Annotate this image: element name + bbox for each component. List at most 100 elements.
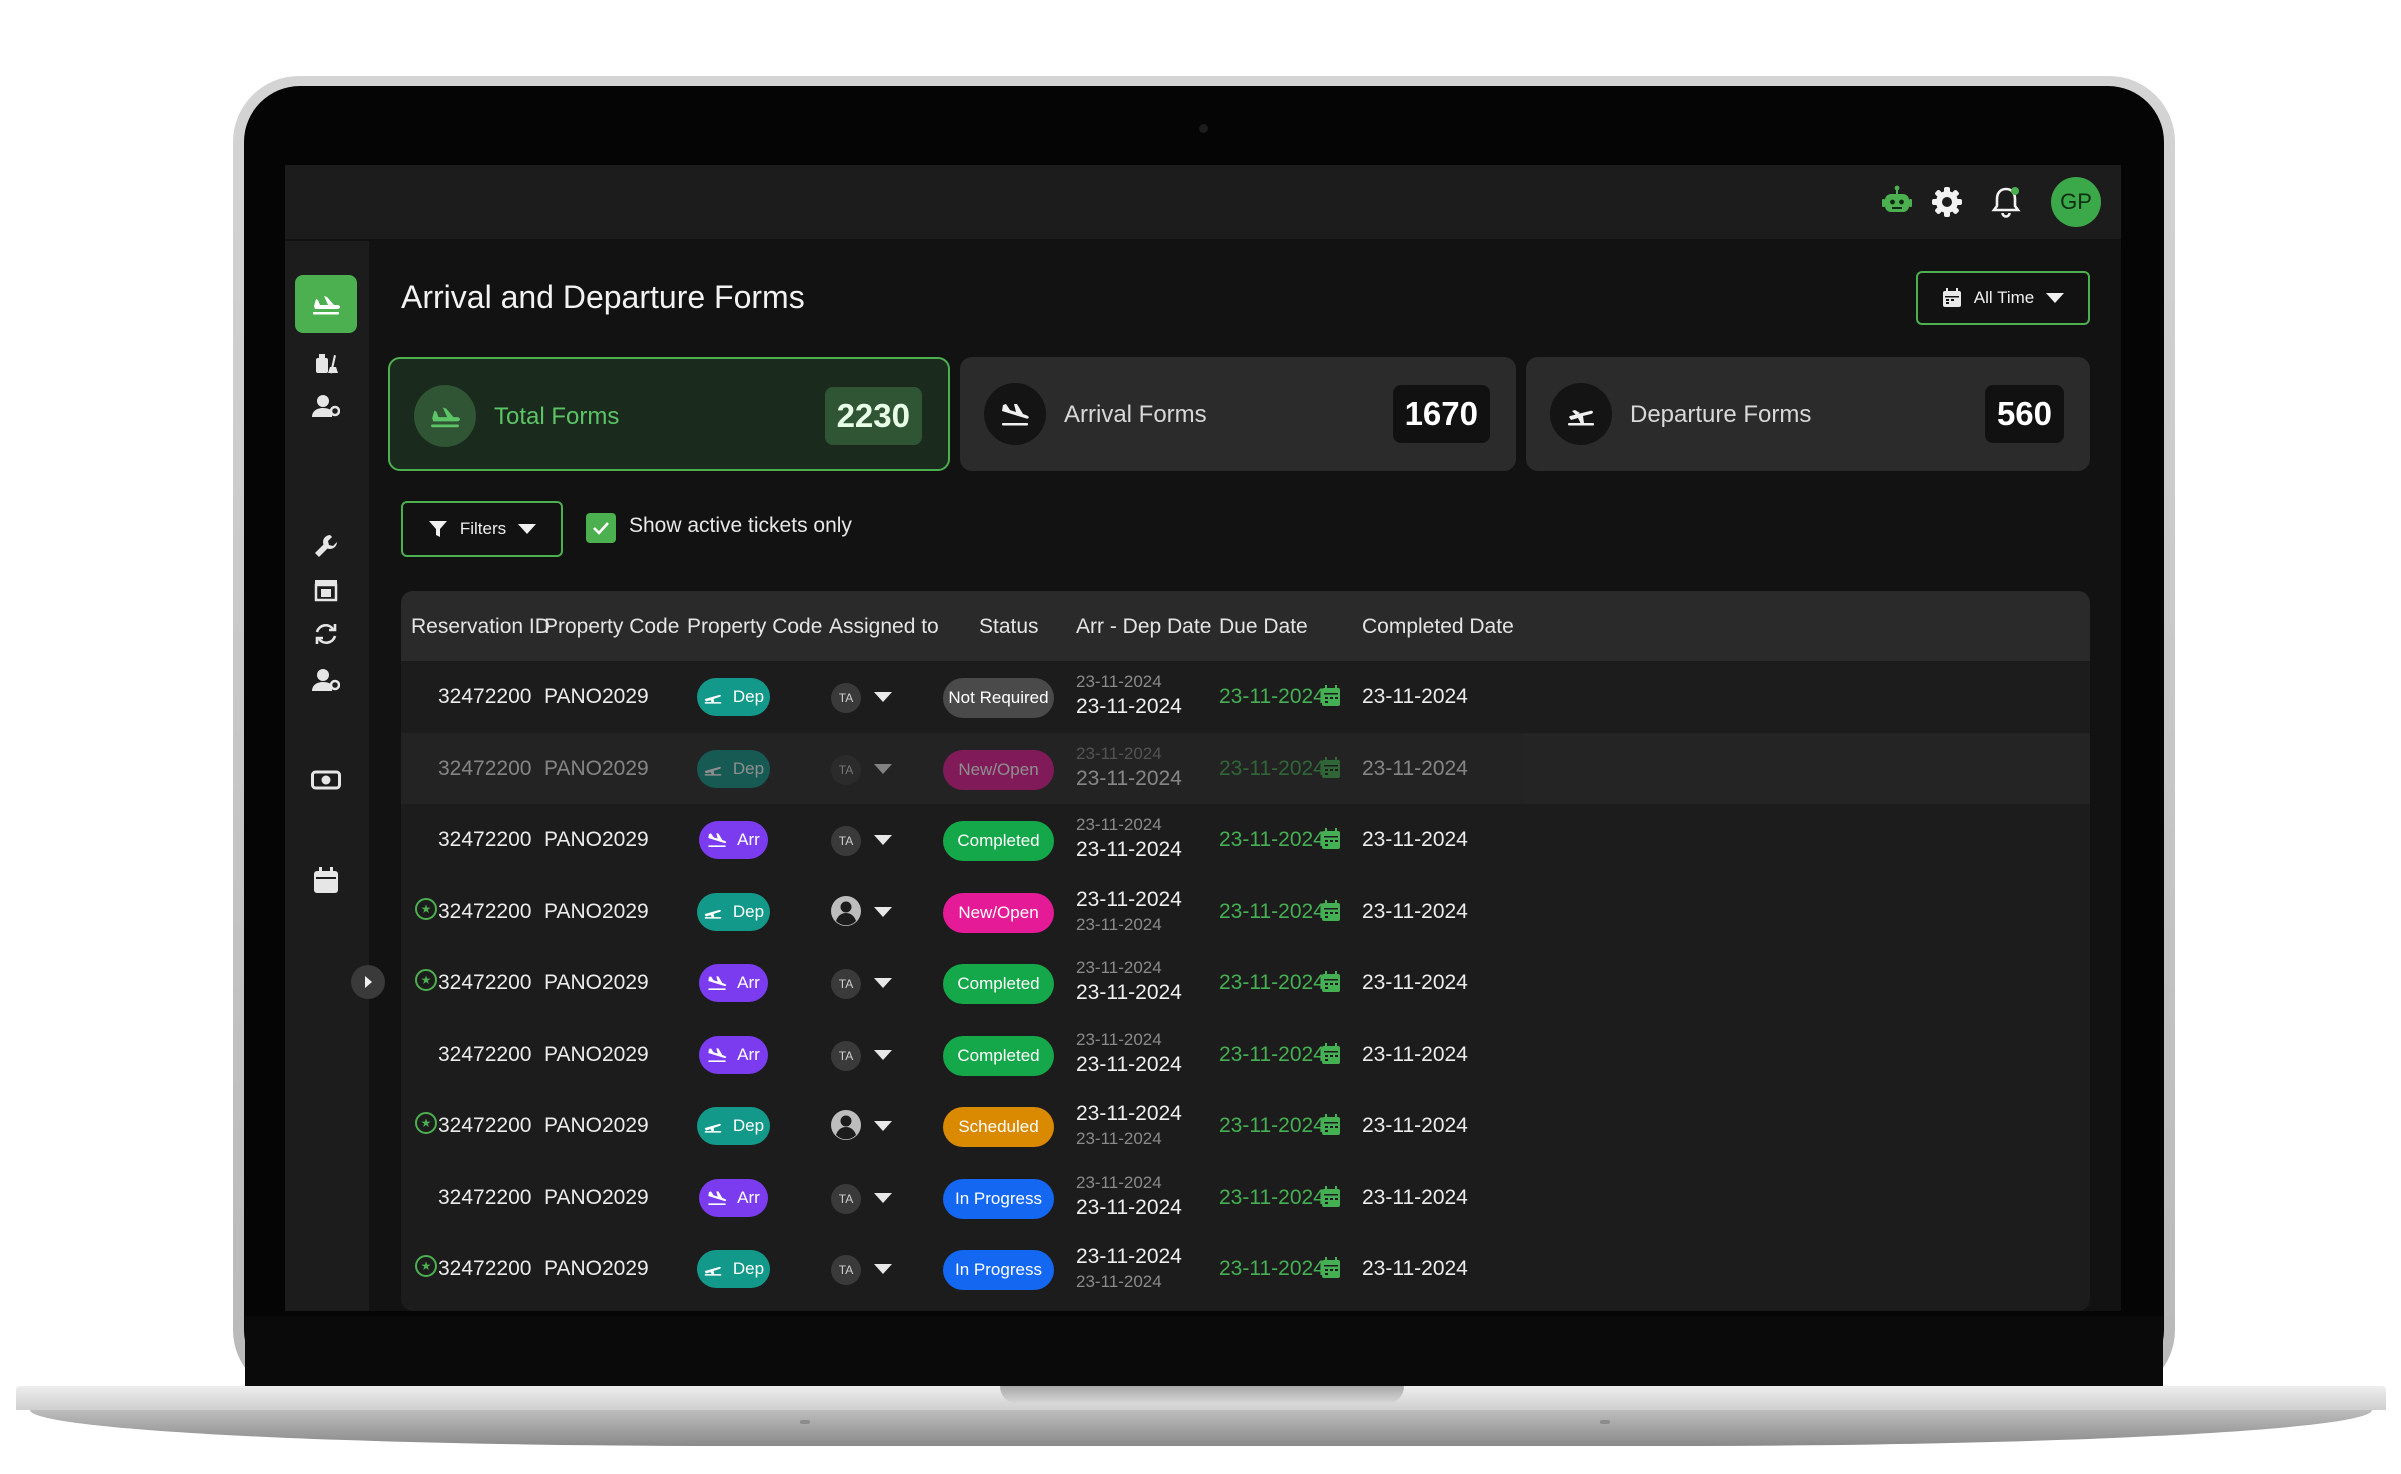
avatar[interactable]: GP [2051,177,2101,227]
gear-icon[interactable] [1928,183,1966,221]
due-date: 23-11-2024 [1219,685,1325,708]
status-badge[interactable]: New/Open [943,749,1054,790]
calendar-icon[interactable] [1321,1257,1341,1279]
sidebar-item-calendar[interactable] [295,851,357,909]
assignee-avatar[interactable]: TA [831,1040,861,1071]
column-header-arr-dep-date[interactable]: Arr - Dep Date [1076,615,1211,639]
calendar-icon[interactable] [1321,971,1341,993]
forms-table: Reservation ID Property Code Property Co… [401,591,2090,1311]
table-row[interactable]: ★ 32472200 PANO2029 Dep Scheduled 23-11-2024 2… [401,1090,2090,1161]
laptop-base-bottom [30,1410,2372,1446]
column-header-assigned-to[interactable]: Assigned to [829,615,939,639]
table-row[interactable]: Dep23-11-2024 [401,1305,2090,1312]
plane-arrival-icon [984,383,1046,445]
calendar-icon[interactable] [1321,685,1341,707]
laptop-foot [800,1420,810,1424]
status-badge[interactable]: Completed [943,964,1054,1004]
date-top: 23-11-2024 [1076,743,1162,763]
assignee-avatar[interactable]: TA [831,1183,861,1214]
table-row[interactable]: 32472200 PANO2029 Arr TA Completed 23-11-2024… [401,1019,2090,1090]
chevron-down-icon[interactable] [874,1121,892,1131]
star-icon[interactable]: ★ [415,897,437,920]
time-range-dropdown[interactable]: All Time [1916,271,2090,325]
star-icon[interactable]: ★ [415,1255,437,1277]
chevron-down-icon[interactable] [874,906,892,917]
sidebar-item-staff[interactable] [295,651,357,709]
date-main: 23-11-2024 [1076,695,1182,718]
table-row[interactable]: 32472200 PANO2029 Dep TA New/Open 23-11-2024 2… [401,732,2090,804]
assignee-avatar[interactable]: TA [831,969,861,999]
column-header-reservation-id[interactable]: Reservation ID [411,615,550,639]
reservation-id: 32472200 [438,1114,532,1137]
card-arrival-forms[interactable]: Arrival Forms 1670 [960,357,1516,471]
status-badge[interactable]: Completed [943,821,1054,861]
card-count: 560 [1984,385,2064,443]
sidebar-item-arrival-departure[interactable] [295,275,357,333]
star-icon[interactable]: ★ [415,1112,437,1134]
calendar-icon[interactable] [1321,1185,1341,1208]
due-date: 23-11-2024 [1219,828,1325,851]
laptop-foot [1600,1420,1610,1424]
chevron-down-icon[interactable] [874,978,892,988]
calendar-icon[interactable] [1321,756,1341,779]
chevron-down-icon[interactable] [874,835,892,845]
arr-dep-dates: 23-11-2024 23-11-2024 [1076,1243,1226,1293]
chevron-down-icon[interactable] [874,1192,892,1203]
column-header-property-code-type[interactable]: Property Code [687,615,822,639]
status-badge[interactable]: Completed [943,1035,1054,1076]
sidebar-item-payments[interactable] [295,751,357,809]
chevron-down-icon[interactable] [874,1264,892,1274]
assignee-avatar[interactable]: TA [831,754,861,785]
store-icon [314,580,338,602]
chevron-right-icon [365,976,372,988]
status-badge[interactable]: In Progress [943,1178,1054,1219]
column-header-completed-date[interactable]: Completed Date [1362,615,1514,639]
chevron-down-icon[interactable] [874,1049,892,1060]
user-gear-icon [312,395,340,417]
plane-icon [313,296,340,315]
active-tickets-checkbox[interactable] [586,513,616,543]
status-badge[interactable]: Not Required [943,678,1054,718]
assignee-avatar[interactable]: TA [831,683,861,713]
person-icon[interactable] [830,1109,862,1141]
chevron-down-icon[interactable] [874,763,892,774]
column-header-status[interactable]: Status [979,615,1039,639]
table-row[interactable]: ★ 32472200 PANO2029 Dep TA In Progress 23-11-2… [401,1233,2090,1304]
calendar-icon[interactable] [1321,1114,1341,1136]
table-row[interactable]: 32472200 PANO2029 Dep TA Not Required 23-11-2… [401,661,2090,732]
assignee-avatar[interactable]: TA [831,1255,861,1285]
badge-label: Dep [732,687,765,706]
sidebar-expand-button[interactable] [351,965,385,999]
calendar-icon[interactable] [1321,828,1341,850]
column-header-property-code[interactable]: Property Code [544,615,679,639]
table-row[interactable]: 32472200 PANO2029 Arr TA Completed 23-11-2024… [401,804,2090,875]
table-row[interactable]: ★ 32472200 PANO2029 Dep New/Open 23-11-2024 23… [401,876,2090,947]
sidebar-item-guests[interactable] [295,377,357,435]
column-header-due-date[interactable]: Due Date [1219,615,1308,639]
robot-assistant-icon[interactable] [1878,183,1916,221]
user-gear-icon [312,669,340,691]
wrench-icon [315,535,337,557]
assignee-avatar[interactable]: TA [831,826,861,856]
status-badge[interactable]: New/Open [943,892,1054,933]
star-icon[interactable]: ★ [415,969,437,991]
card-departure-forms[interactable]: Departure Forms 560 [1526,357,2090,471]
calendar-icon[interactable] [1321,1042,1341,1065]
arr-dep-dates: 23-11-2024 23-11-2024 [1076,1029,1226,1079]
due-date: 23-11-2024 [1219,971,1325,994]
table-row[interactable]: 32472200 PANO2029 Arr TA In Progress 23-11-20… [401,1162,2090,1233]
chevron-down-icon[interactable] [874,692,892,702]
status-badge[interactable]: Scheduled [943,1107,1054,1147]
bell-icon[interactable] [1987,183,2025,221]
completed-date: 23-11-2024 [1362,685,1468,708]
person-icon[interactable] [830,895,862,927]
badge-label: Arr [737,973,760,992]
card-total-forms[interactable]: Total Forms 2230 [388,357,950,471]
calendar-icon[interactable] [1321,899,1341,922]
filters-button[interactable]: Filters [401,501,563,557]
camera [1199,124,1208,133]
reservation-id: 32472200 [438,1042,532,1066]
badge-label: Dep [732,901,765,921]
table-row[interactable]: ★ 32472200 PANO2029 Arr TA Completed 23-11-202… [401,947,2090,1018]
status-badge[interactable]: In Progress [943,1250,1054,1290]
